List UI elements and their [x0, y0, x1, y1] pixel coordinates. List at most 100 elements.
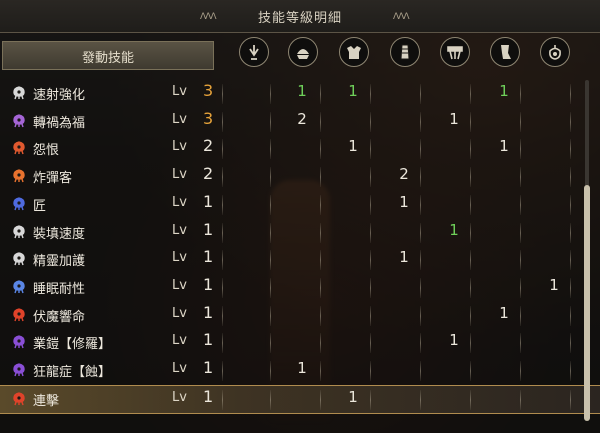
column-divider	[420, 167, 421, 188]
column-divider	[520, 361, 521, 381]
level-label: Lv	[172, 277, 187, 293]
column-divider	[270, 305, 271, 326]
title-bar: 技能等級明細 ΛΛΛ ΛΛΛ	[0, 0, 600, 33]
skill-row[interactable]: 狂龍症【蝕】 Lv 1 1	[0, 357, 600, 384]
equipment-skill-points: 1	[348, 82, 358, 100]
active-skills-label: 發動技能	[81, 51, 134, 66]
skill-row[interactable]: 連擊 Lv 1 1	[0, 384, 600, 414]
column-divider	[470, 250, 471, 271]
column-divider	[270, 389, 271, 410]
title-ornament-right: ΛΛΛ	[393, 12, 410, 22]
equipment-skill-points: 1	[449, 109, 459, 128]
column-divider	[222, 361, 223, 381]
skill-level: 2	[203, 164, 214, 184]
column-divider	[570, 277, 571, 298]
column-divider	[222, 333, 223, 354]
skill-row[interactable]: 怨恨 Lv 2 1 1	[0, 135, 600, 162]
column-divider	[570, 305, 571, 326]
column-divider	[320, 194, 321, 215]
level-label: Lv	[172, 361, 187, 376]
column-divider	[270, 277, 271, 298]
column-divider	[470, 222, 471, 243]
column-divider	[570, 167, 571, 188]
skill-row[interactable]: 業鎧【修羅】 Lv 1 1	[0, 329, 600, 356]
column-divider	[222, 194, 223, 215]
waist-icon	[440, 37, 470, 67]
column-divider	[420, 222, 421, 243]
skill-name: 炸彈客	[33, 171, 73, 187]
equipment-skill-points: 1	[348, 387, 358, 406]
column-divider	[222, 84, 223, 104]
scrollbar-thumb[interactable]	[584, 185, 590, 421]
column-divider	[222, 167, 223, 188]
column-divider	[320, 84, 321, 104]
column-divider	[520, 250, 521, 271]
column-divider	[370, 194, 371, 215]
skill-gem-icon	[12, 196, 26, 211]
equipment-skill-points: 1	[297, 82, 307, 100]
column-divider	[222, 277, 223, 298]
skill-name: 睡眠耐性	[33, 281, 86, 297]
leg-icon	[490, 37, 520, 67]
column-divider	[270, 139, 271, 160]
skill-name: 怨恨	[33, 143, 60, 159]
equipment-skill-points: 1	[499, 137, 509, 156]
column-divider	[420, 139, 421, 160]
skill-row[interactable]: 轉禍為福 Lv 3 2 1	[0, 108, 600, 135]
column-divider	[570, 111, 571, 132]
skill-row[interactable]: 精靈加護 Lv 1 1	[0, 246, 600, 273]
skill-name: 精靈加護	[33, 254, 86, 270]
column-divider	[222, 222, 223, 243]
skill-row[interactable]: 炸彈客 Lv 2 2	[0, 163, 600, 190]
skill-level: 2	[203, 136, 214, 156]
column-divider	[570, 389, 571, 410]
column-divider	[420, 111, 421, 132]
skill-row[interactable]: 睡眠耐性 Lv 1 1	[0, 274, 600, 301]
column-divider	[420, 84, 421, 104]
skill-name: 速射強化	[33, 88, 86, 103]
column-divider	[370, 333, 371, 354]
skill-row[interactable]: 速射強化 Lv 3 1 1 1	[0, 80, 600, 107]
page-title: 技能等級明細	[257, 11, 342, 26]
column-divider	[470, 194, 471, 215]
column-divider	[470, 389, 471, 410]
column-divider	[570, 361, 571, 381]
column-divider	[470, 333, 471, 354]
skill-row[interactable]: 伏魔響命 Lv 1 1	[0, 302, 600, 329]
column-divider	[370, 222, 371, 243]
skill-level: 3	[203, 108, 214, 128]
level-label: Lv	[172, 222, 187, 238]
skill-level: 1	[203, 247, 214, 267]
skill-gem-icon	[12, 362, 26, 377]
column-divider	[470, 277, 471, 298]
skill-row[interactable]: 匠 Lv 1 1	[0, 191, 600, 218]
column-divider	[270, 194, 271, 215]
skill-level: 1	[203, 274, 214, 294]
column-divider	[570, 333, 571, 354]
chest-icon	[339, 37, 369, 67]
column-divider	[320, 389, 321, 410]
column-divider	[520, 139, 521, 160]
column-divider	[420, 250, 421, 271]
column-divider	[420, 389, 421, 410]
skill-level: 1	[203, 330, 214, 350]
column-divider	[470, 361, 471, 381]
column-divider	[320, 250, 321, 271]
column-divider	[420, 361, 421, 381]
skill-level: 1	[203, 191, 214, 211]
column-divider	[270, 84, 271, 104]
column-divider	[470, 84, 471, 104]
column-divider	[370, 305, 371, 326]
column-divider	[222, 389, 223, 410]
level-label: Lv	[172, 84, 187, 99]
skill-gem-icon	[12, 334, 26, 349]
skill-name: 轉禍為福	[33, 115, 86, 131]
equipment-skill-points: 1	[399, 248, 409, 267]
active-skills-header: 發動技能	[2, 41, 214, 70]
column-divider	[420, 194, 421, 215]
level-label: Lv	[172, 167, 187, 183]
column-divider	[270, 333, 271, 354]
level-label: Lv	[172, 111, 187, 127]
skill-row[interactable]: 裝填速度 Lv 1 1	[0, 219, 600, 246]
column-divider	[520, 277, 521, 298]
